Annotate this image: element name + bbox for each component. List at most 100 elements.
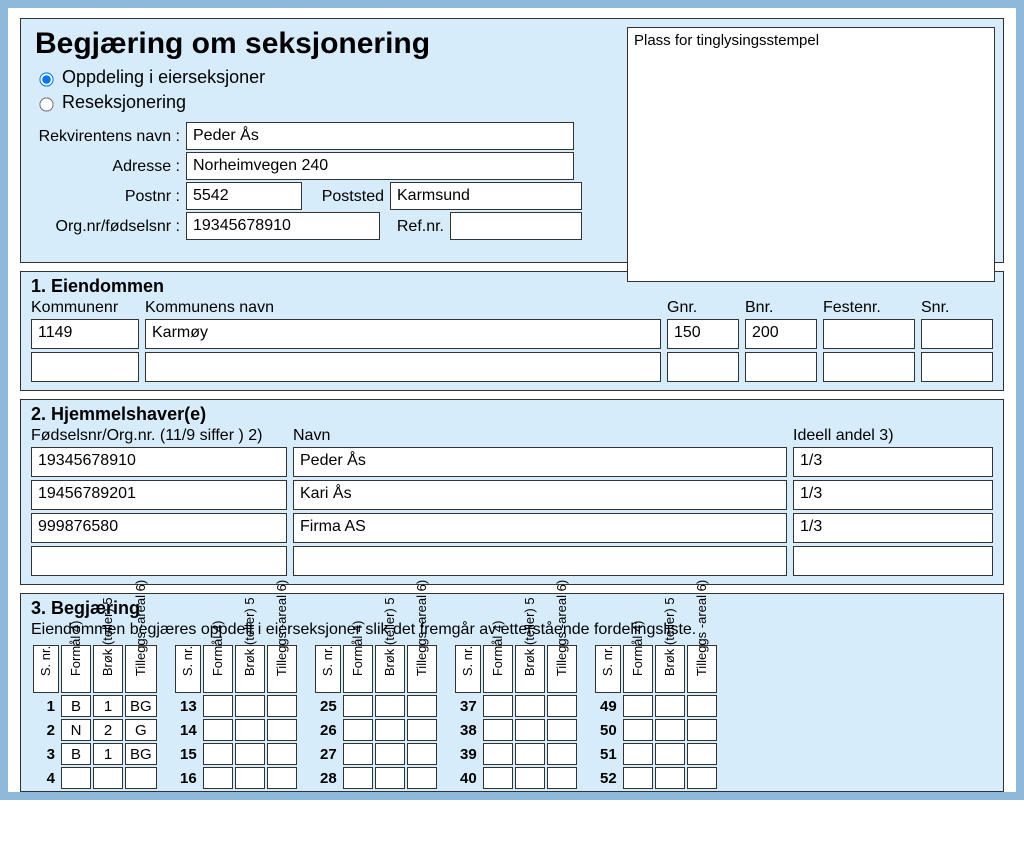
cell-1-formaal[interactable]: B [61, 695, 91, 717]
cell-38-formaal[interactable] [483, 719, 513, 741]
cell-2-tillegg[interactable]: G [125, 719, 157, 741]
cell-4-brok[interactable] [93, 767, 123, 789]
cell-25-formaal[interactable] [343, 695, 373, 717]
hj-fods[interactable]: 19456789201 [31, 480, 287, 510]
hj-navn[interactable]: Firma AS [293, 513, 787, 543]
eiend-gnr[interactable]: 150 [667, 319, 739, 349]
cell-39-brok[interactable] [515, 743, 545, 765]
snr-50: 50 [595, 719, 621, 741]
cell-50-formaal[interactable] [623, 719, 653, 741]
cell-3-tillegg[interactable]: BG [125, 743, 157, 765]
eiend-festenr[interactable] [823, 352, 915, 382]
hj-andel[interactable] [793, 546, 993, 576]
rekv-refnr-field[interactable] [450, 212, 582, 240]
cell-38-brok[interactable] [515, 719, 545, 741]
cell-2-brok[interactable]: 2 [93, 719, 123, 741]
cell-14-brok[interactable] [235, 719, 265, 741]
rekv-poststed-field[interactable]: Karmsund [390, 182, 582, 210]
cell-15-tillegg[interactable] [267, 743, 297, 765]
rekv-address-field[interactable]: Norheimvegen 240 [186, 152, 574, 180]
cell-52-tillegg[interactable] [687, 767, 717, 789]
cell-49-formaal[interactable] [623, 695, 653, 717]
cell-28-tillegg[interactable] [407, 767, 437, 789]
radio-oppdeling-input[interactable] [39, 72, 53, 86]
hj-fods[interactable]: 19345678910 [31, 447, 287, 477]
cell-26-brok[interactable] [375, 719, 405, 741]
cell-28-formaal[interactable] [343, 767, 373, 789]
cell-27-formaal[interactable] [343, 743, 373, 765]
cell-16-brok[interactable] [235, 767, 265, 789]
eiend-bnr[interactable]: 200 [745, 319, 817, 349]
cell-40-brok[interactable] [515, 767, 545, 789]
cell-16-formaal[interactable] [203, 767, 233, 789]
cell-13-formaal[interactable] [203, 695, 233, 717]
cell-52-formaal[interactable] [623, 767, 653, 789]
eiend-snr[interactable] [921, 352, 993, 382]
hj-andel[interactable]: 1/3 [793, 513, 993, 543]
cell-37-tillegg[interactable] [547, 695, 577, 717]
hj-navn[interactable]: Peder Ås [293, 447, 787, 477]
cell-28-brok[interactable] [375, 767, 405, 789]
col-kommunenavn: Kommunens navn [145, 299, 661, 319]
cell-16-tillegg[interactable] [267, 767, 297, 789]
cell-27-tillegg[interactable] [407, 743, 437, 765]
cell-4-formaal[interactable] [61, 767, 91, 789]
cell-50-brok[interactable] [655, 719, 685, 741]
cell-25-brok[interactable] [375, 695, 405, 717]
hj-andel[interactable]: 1/3 [793, 480, 993, 510]
cell-3-brok[interactable]: 1 [93, 743, 123, 765]
cell-39-tillegg[interactable] [547, 743, 577, 765]
cell-14-tillegg[interactable] [267, 719, 297, 741]
cell-51-brok[interactable] [655, 743, 685, 765]
cell-40-formaal[interactable] [483, 767, 513, 789]
cell-39-formaal[interactable] [483, 743, 513, 765]
cell-51-formaal[interactable] [623, 743, 653, 765]
cell-51-tillegg[interactable] [687, 743, 717, 765]
cell-3-formaal[interactable]: B [61, 743, 91, 765]
section-begjaering: 3. Begjæring Eiendommen begjæres oppdelt… [20, 593, 1004, 792]
begjaering-heading: 3. Begjæring [31, 598, 993, 619]
rekv-name-field[interactable]: Peder Ås [186, 122, 574, 150]
eiend-kommunenavn[interactable] [145, 352, 661, 382]
cell-15-brok[interactable] [235, 743, 265, 765]
cell-49-tillegg[interactable] [687, 695, 717, 717]
cell-52-brok[interactable] [655, 767, 685, 789]
cell-2-formaal[interactable]: N [61, 719, 91, 741]
cell-25-tillegg[interactable] [407, 695, 437, 717]
rekv-postnr-field[interactable]: 5542 [186, 182, 302, 210]
cell-40-tillegg[interactable] [547, 767, 577, 789]
radio-reseksjonering-input[interactable] [39, 97, 53, 111]
eiend-bnr[interactable] [745, 352, 817, 382]
cell-13-brok[interactable] [235, 695, 265, 717]
cell-4-tillegg[interactable] [125, 767, 157, 789]
hj-navn[interactable] [293, 546, 787, 576]
snr-1: 1 [33, 695, 59, 717]
eiend-kommunenr[interactable] [31, 352, 139, 382]
eiend-snr[interactable] [921, 319, 993, 349]
hjemmel-heading: 2. Hjemmelshaver(e) [31, 404, 993, 425]
eiend-gnr[interactable] [667, 352, 739, 382]
rekv-org-field[interactable]: 19345678910 [186, 212, 380, 240]
cell-26-formaal[interactable] [343, 719, 373, 741]
cell-37-formaal[interactable] [483, 695, 513, 717]
hj-fods[interactable]: 999876580 [31, 513, 287, 543]
cell-26-tillegg[interactable] [407, 719, 437, 741]
cell-1-brok[interactable]: 1 [93, 695, 123, 717]
hj-fods[interactable] [31, 546, 287, 576]
cell-15-formaal[interactable] [203, 743, 233, 765]
stamp-box: Plass for tinglysingsstempel [627, 27, 995, 282]
cell-37-brok[interactable] [515, 695, 545, 717]
snr-26: 26 [315, 719, 341, 741]
cell-49-brok[interactable] [655, 695, 685, 717]
cell-13-tillegg[interactable] [267, 695, 297, 717]
hj-andel[interactable]: 1/3 [793, 447, 993, 477]
cell-50-tillegg[interactable] [687, 719, 717, 741]
hj-navn[interactable]: Kari Ås [293, 480, 787, 510]
cell-1-tillegg[interactable]: BG [125, 695, 157, 717]
eiend-festenr[interactable] [823, 319, 915, 349]
eiend-kommunenavn[interactable]: Karmøy [145, 319, 661, 349]
cell-14-formaal[interactable] [203, 719, 233, 741]
cell-38-tillegg[interactable] [547, 719, 577, 741]
cell-27-brok[interactable] [375, 743, 405, 765]
eiend-kommunenr[interactable]: 1149 [31, 319, 139, 349]
